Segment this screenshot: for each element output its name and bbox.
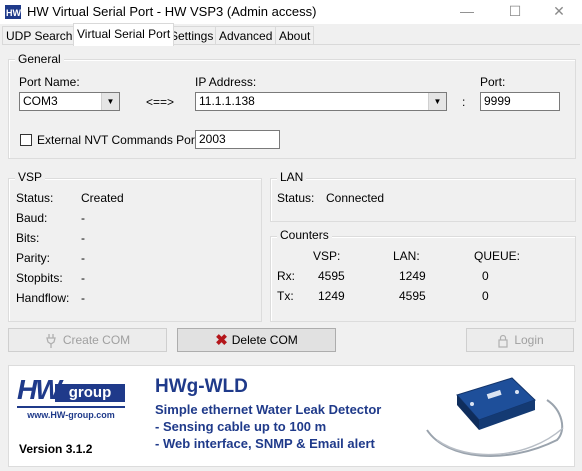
vsp-status-label: Status: xyxy=(16,191,54,205)
login-label: Login xyxy=(514,333,544,347)
counters-rx-label: Rx: xyxy=(277,269,295,283)
delete-x-icon: ✖ xyxy=(215,331,228,349)
vsp-baud-label: Baud: xyxy=(16,211,48,225)
nvt-label: External NVT Commands Port: xyxy=(37,133,202,147)
chevron-down-icon[interactable]: ▼ xyxy=(428,93,446,110)
port-name-select[interactable]: COM3 ▼ xyxy=(19,92,120,111)
product-subtitle: Simple ethernet Water Leak Detector xyxy=(155,402,382,417)
tab-about[interactable]: About xyxy=(275,26,315,45)
lan-status-label: Status: xyxy=(277,191,315,205)
window-title: HW Virtual Serial Port - HW VSP3 (Admin … xyxy=(27,4,317,19)
delete-com-label: Delete COM xyxy=(231,333,298,347)
vsp-handflow-label: Handflow: xyxy=(16,291,70,305)
counters-header-lan: LAN: xyxy=(393,249,420,263)
tab-advanced[interactable]: Advanced xyxy=(215,26,277,45)
counters-tx-lan: 4595 xyxy=(399,289,426,303)
ip-address-label: IP Address: xyxy=(195,75,257,89)
counters-header-vsp: VSP: xyxy=(313,249,341,263)
vsp-group-label: VSP xyxy=(15,170,46,184)
close-button[interactable]: ✕ xyxy=(536,0,582,24)
delete-com-button[interactable]: ✖ Delete COM xyxy=(177,328,336,352)
vsp-status-value: Created xyxy=(81,191,124,205)
chevron-down-icon[interactable]: ▼ xyxy=(101,93,119,110)
ip-address-value: 11.1.1.138 xyxy=(199,94,255,108)
general-group-label: General xyxy=(15,52,64,66)
hwgroup-logo: HW group www.HW-group.com xyxy=(17,374,129,420)
title-bar: HW HW Virtual Serial Port - HW VSP3 (Adm… xyxy=(0,0,582,24)
nvt-port-input[interactable]: 2003 xyxy=(195,130,280,149)
counters-tx-label: Tx: xyxy=(277,289,294,303)
counters-header-queue: QUEUE: xyxy=(474,249,521,263)
product-name: HWg-WLD xyxy=(155,376,248,397)
version-label: Version 3.1.2 xyxy=(19,442,93,456)
product-banner[interactable]: HW group www.HW-group.com HWg-WLD Simple… xyxy=(8,365,575,467)
counters-tx-vsp: 1249 xyxy=(318,289,345,303)
login-button[interactable]: Login xyxy=(466,328,574,352)
plug-icon xyxy=(45,333,56,348)
minimize-button[interactable]: — xyxy=(444,0,490,24)
vsp-stopbits-value: - xyxy=(81,271,85,285)
counters-rx-vsp: 4595 xyxy=(318,269,345,283)
vsp-handflow-value: - xyxy=(81,291,85,305)
maximize-button[interactable]: ☐ xyxy=(492,0,538,24)
vsp-parity-label: Parity: xyxy=(16,251,51,265)
ip-address-select[interactable]: 11.1.1.138 ▼ xyxy=(195,92,447,111)
port-separator: : xyxy=(462,95,466,109)
lan-group-label: LAN xyxy=(277,170,307,184)
lan-status-value: Connected xyxy=(326,191,385,205)
product-bullet-2: - Web interface, SNMP & Email alert xyxy=(155,436,375,451)
login-icon xyxy=(498,334,508,348)
port-label: Port: xyxy=(480,75,506,89)
port-name-value: COM3 xyxy=(23,94,58,108)
lan-group xyxy=(270,178,576,222)
create-com-button[interactable]: Create COM xyxy=(8,328,167,352)
create-com-label: Create COM xyxy=(62,333,131,347)
counters-tx-queue: 0 xyxy=(482,289,489,303)
vsp-bits-label: Bits: xyxy=(16,231,40,245)
counters-rx-lan: 1249 xyxy=(399,269,426,283)
vsp-stopbits-label: Stopbits: xyxy=(16,271,63,285)
vsp-bits-value: - xyxy=(81,231,85,245)
mapping-arrow: <==> xyxy=(146,95,175,109)
app-icon: HW xyxy=(5,5,21,19)
logo-hw-text: HW xyxy=(17,374,62,405)
water-leak-sensor-image xyxy=(426,377,564,457)
vsp-baud-value: - xyxy=(81,211,85,225)
tab-udp-search[interactable]: UDP Search xyxy=(2,26,77,45)
tab-virtual-serial-port[interactable]: Virtual Serial Port xyxy=(73,23,175,46)
port-name-label: Port Name: xyxy=(19,75,80,89)
port-input[interactable]: 9999 xyxy=(480,92,560,111)
logo-group-text: group xyxy=(55,384,125,402)
svg-text:HW: HW xyxy=(6,8,21,18)
counters-group-label: Counters xyxy=(277,228,332,242)
logo-url-text: www.HW-group.com xyxy=(17,406,125,420)
product-bullet-1: - Sensing cable up to 100 m xyxy=(155,419,327,434)
counters-rx-queue: 0 xyxy=(482,269,489,283)
nvt-checkbox[interactable] xyxy=(20,134,32,146)
vsp-parity-value: - xyxy=(81,251,85,265)
